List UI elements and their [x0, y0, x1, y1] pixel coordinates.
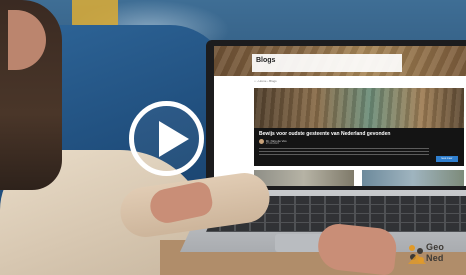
article-excerpt — [259, 148, 429, 156]
article-hero-image — [254, 88, 464, 128]
banner-box: Blogs — [252, 54, 402, 72]
play-button[interactable] — [129, 101, 204, 176]
breadcrumb: ⌂ › Home › Blogs — [254, 79, 277, 83]
video-thumbnail[interactable]: Blogs ⌂ › Home › Blogs Bewijs voor oudst… — [0, 0, 466, 275]
logo-text-line2: Ned — [426, 253, 444, 263]
article-thumbnail — [254, 170, 354, 186]
article-card: Bewijs voor oudste gesteente van Nederla… — [254, 128, 464, 166]
logo-mark-icon — [408, 245, 426, 264]
brand-logo: Geo Ned — [404, 236, 466, 272]
page-title: Blogs — [256, 57, 276, 64]
article-thumbnail — [362, 170, 464, 186]
laptop-screen: Blogs ⌂ › Home › Blogs Bewijs voor oudst… — [214, 46, 466, 186]
read-more-button: lees meer — [436, 156, 458, 162]
logo-text-line1: Geo — [426, 242, 445, 252]
avatar — [259, 139, 264, 144]
article-title: Bewijs voor oudste gesteente van Nederla… — [259, 131, 391, 137]
article-date: 27-09-2023 — [266, 142, 279, 145]
play-icon — [159, 121, 189, 157]
